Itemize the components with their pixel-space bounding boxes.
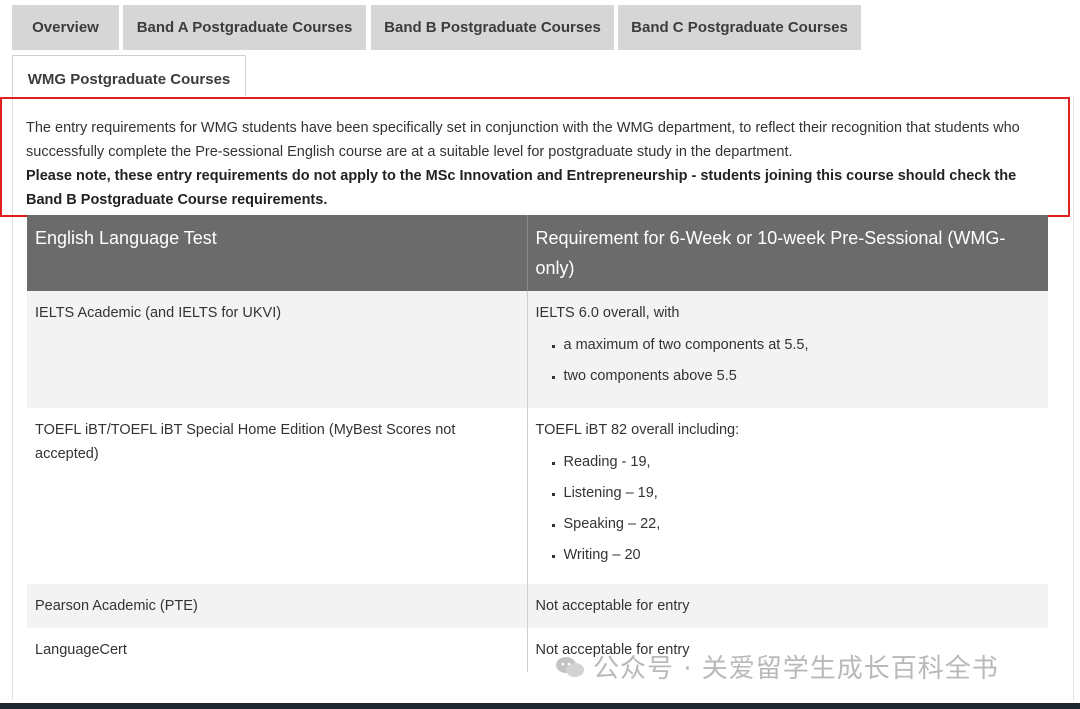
table-row: TOEFL iBT/TOEFL iBT Special Home Edition… <box>27 408 1048 584</box>
table-row: Pearson Academic (PTE) Not acceptable fo… <box>27 584 1048 628</box>
intro-text: The entry requirements for WMG students … <box>26 116 1056 212</box>
watermark-text: 公众号 · 关爱留学生成长百科全书 <box>593 654 999 684</box>
intro-paragraph: The entry requirements for WMG students … <box>26 120 1020 160</box>
list-item: Speaking – 22, <box>564 512 1041 536</box>
list-item: Writing – 20 <box>564 543 1041 567</box>
list-item: Listening – 19, <box>564 481 1041 505</box>
requirement-cell: TOEFL iBT 82 overall including: Reading … <box>526 408 1048 584</box>
component-list: Reading - 19, Listening – 19, Speaking –… <box>536 450 1041 567</box>
component-list: a maximum of two components at 5.5, two … <box>536 333 1041 388</box>
intro-note: Please note, these entry requirements do… <box>26 168 1017 208</box>
test-name: Pearson Academic (PTE) <box>27 584 527 628</box>
header-test: English Language Test <box>27 215 527 291</box>
requirement-text: TOEFL iBT 82 overall including: <box>535 422 740 438</box>
requirement-text: Not acceptable for entry <box>526 584 1048 628</box>
list-item: two components above 5.5 <box>564 364 1041 388</box>
requirement-text: IELTS 6.0 overall, with <box>535 305 680 321</box>
wechat-icon <box>555 655 585 679</box>
list-item: Reading - 19, <box>564 450 1041 474</box>
requirements-table: English Language Test Requirement for 6-… <box>27 215 1048 672</box>
tab-band-c[interactable]: Band C Postgraduate Courses <box>618 5 861 50</box>
window-bottom-bar <box>0 703 1080 709</box>
table-row: IELTS Academic (and IELTS for UKVI) IELT… <box>27 291 1048 408</box>
watermark: 公众号 · 关爱留学生成长百科全书 <box>555 648 999 685</box>
test-name: LanguageCert <box>35 642 127 658</box>
tab-band-a[interactable]: Band A Postgraduate Courses <box>123 5 366 50</box>
requirement-cell: IELTS 6.0 overall, with a maximum of two… <box>526 291 1048 408</box>
test-name: IELTS Academic (and IELTS for UKVI) <box>27 291 527 408</box>
tab-overview[interactable]: Overview <box>12 5 119 50</box>
list-item: a maximum of two components at 5.5, <box>564 333 1041 357</box>
tab-band-b[interactable]: Band B Postgraduate Courses <box>371 5 614 50</box>
test-name: TOEFL iBT/TOEFL iBT Special Home Edition… <box>35 422 456 462</box>
table-header-row: English Language Test Requirement for 6-… <box>27 215 1048 291</box>
header-requirement: Requirement for 6-Week or 10-week Pre-Se… <box>526 215 1048 291</box>
